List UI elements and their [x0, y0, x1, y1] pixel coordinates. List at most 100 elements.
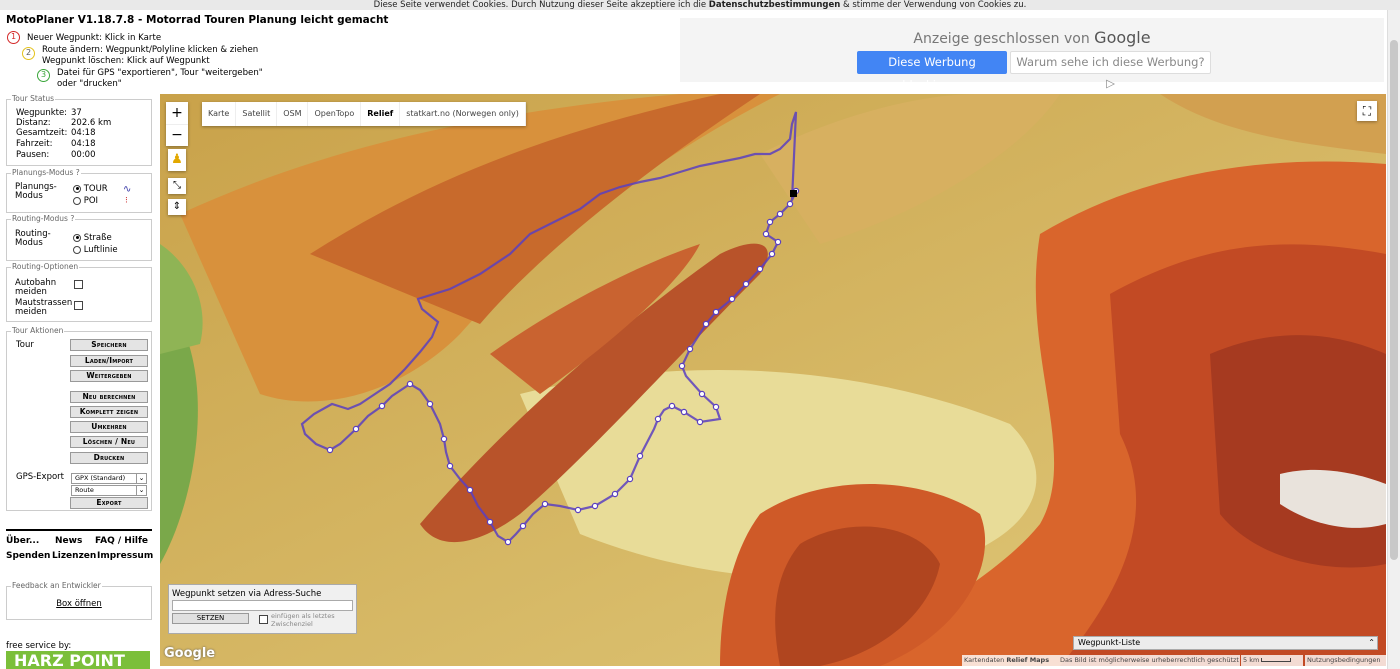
map-data-attribution: Kartendaten Relief Maps: [962, 655, 1058, 666]
radio-tour-icon[interactable]: [73, 184, 81, 193]
address-search-input[interactable]: [172, 600, 353, 611]
google-logo: Google: [164, 646, 216, 661]
zoom-out-button[interactable]: −: [166, 124, 188, 146]
zoom-control: + −: [166, 102, 188, 146]
map-type-statkart[interactable]: statkart.no (Norwegen only): [400, 102, 526, 126]
radio-poi[interactable]: POI: [73, 196, 98, 206]
zoom-in-button[interactable]: +: [166, 102, 188, 124]
routing-options-panel: Routing-Optionen Autobahn meiden Mautstr…: [6, 262, 152, 322]
harz-point-logo[interactable]: HARZ POINT: [6, 651, 150, 669]
gps-kind-value: Route: [75, 486, 94, 494]
gps-format-value: GPX (Standard): [75, 474, 126, 482]
append-last-checkbox[interactable]: [259, 615, 268, 624]
map-scale: 5 km: [1241, 655, 1303, 666]
block-ad-button[interactable]: Diese Werbung blockieren: [857, 51, 1007, 92]
map-type-relief[interactable]: Relief: [361, 102, 401, 126]
map-data-label: Kartendaten: [964, 656, 1005, 664]
help-icon[interactable]: ?: [76, 168, 80, 177]
divider: [6, 529, 152, 531]
map-canvas[interactable]: + − ♟ ⤡ ⇕ Karte Satellit OSM OpenTopo Re…: [160, 94, 1386, 666]
news-link[interactable]: News: [55, 536, 82, 546]
fullscreen-icon[interactable]: ⛶: [1357, 101, 1377, 121]
append-last-label: einfügen als letztes Zwischenziel: [271, 612, 335, 628]
chevron-down-icon: ⌄: [136, 474, 146, 483]
gps-format-select[interactable]: GPX (Standard) ⌄: [71, 473, 147, 484]
reverse-button[interactable]: Umkehren: [70, 421, 148, 433]
chevron-right-icon: ▷: [1106, 76, 1115, 90]
status-total-time: 04:18: [71, 128, 96, 138]
avoid-highway-checkbox[interactable]: [74, 280, 83, 289]
page-scrollbar[interactable]: [1387, 10, 1400, 669]
delete-new-button[interactable]: Löschen / Neu: [70, 436, 148, 448]
waypoint-list-header[interactable]: Wegpunkt-Liste ⌃: [1073, 636, 1378, 650]
radio-airline-icon[interactable]: [73, 245, 81, 254]
chevron-up-icon[interactable]: ⌃: [1368, 637, 1375, 649]
radio-poi-icon[interactable]: [73, 196, 81, 205]
recalculate-button[interactable]: Neu berechnen: [70, 391, 148, 403]
step-2-icon: 2: [22, 47, 35, 60]
pegman-icon[interactable]: ♟: [168, 149, 186, 171]
map-type-map[interactable]: Karte: [202, 102, 237, 126]
step-3-text1: Datei für GPS "exportieren", Tour "weite…: [57, 68, 263, 78]
step-3-text2: oder "drucken": [57, 79, 122, 89]
imprint-link[interactable]: Impressum: [97, 551, 153, 561]
set-waypoint-button[interactable]: SETZEN: [172, 613, 249, 624]
licenses-link[interactable]: Lizenzen: [52, 551, 96, 561]
radio-airline-label: Luftlinie: [83, 245, 118, 255]
donate-link[interactable]: Spenden: [6, 551, 50, 561]
radio-airline[interactable]: Luftlinie: [73, 245, 118, 255]
save-button[interactable]: Speichern: [70, 339, 148, 351]
planning-field2: Modus: [15, 191, 43, 201]
relief-map: [160, 94, 1386, 666]
free-service-label: free service by:: [6, 641, 72, 651]
address-search-title: Wegpunkt setzen via Adress-Suche: [172, 589, 322, 599]
map-type-satellite[interactable]: Satellit: [236, 102, 278, 126]
google-logo: Google: [1094, 28, 1151, 47]
status-drive-time: 04:18: [71, 139, 96, 149]
relief-maps-link[interactable]: Relief Maps: [1006, 656, 1049, 664]
radio-tour[interactable]: TOUR: [73, 184, 108, 194]
avoid-toll-checkbox[interactable]: [74, 301, 83, 310]
tour-label: Tour: [16, 340, 34, 350]
why-ad-button[interactable]: Warum sehe ich diese Werbung? ▷: [1010, 51, 1211, 90]
feedback-panel: Feedback an Entwickler Box öffnen: [6, 581, 152, 620]
about-link[interactable]: Über...: [6, 536, 39, 546]
privacy-link[interactable]: Datenschutzbestimmungen: [709, 0, 840, 10]
radio-poi-label: POI: [83, 196, 99, 206]
gps-kind-select[interactable]: Route ⌄: [71, 485, 147, 496]
radio-street[interactable]: Straße: [73, 233, 112, 243]
ad-heading-text: Anzeige geschlossen von: [913, 31, 1090, 47]
faq-link[interactable]: FAQ / Hilfe: [95, 536, 148, 546]
scrollbar-thumb[interactable]: [1390, 40, 1398, 560]
step-1-text: Neuer Wegpunkt: Klick in Karte: [27, 33, 162, 43]
export-button[interactable]: Export: [70, 497, 148, 509]
routing-options-label: Routing-Optionen: [11, 262, 80, 271]
map-scale-label: 5 km: [1243, 656, 1260, 664]
radio-street-icon[interactable]: [73, 233, 81, 242]
load-import-button[interactable]: Laden/Import: [70, 355, 148, 367]
show-all-button[interactable]: Komplett zeigen: [70, 406, 148, 418]
map-type-selector: Karte Satellit OSM OpenTopo Relief statk…: [202, 102, 526, 126]
help-icon[interactable]: ?: [70, 214, 74, 223]
map-type-opentopo[interactable]: OpenTopo: [308, 102, 362, 126]
draw-line-icon[interactable]: ⤡: [168, 178, 186, 194]
print-button[interactable]: Drucken: [70, 452, 148, 464]
app-title: MotoPlaner V1.18.7.8 - Motorrad Touren P…: [6, 14, 389, 26]
status-key: Pausen:: [16, 150, 50, 160]
share-button[interactable]: Weitergeben: [70, 370, 148, 382]
feedback-open-link[interactable]: Box öffnen: [7, 599, 151, 609]
status-key: Wegpunkte:: [16, 108, 68, 118]
map-type-osm[interactable]: OSM: [277, 102, 309, 126]
status-key: Gesamtzeit:: [16, 128, 68, 138]
cookie-notice: Diese Seite verwendet Cookies. Durch Nut…: [0, 0, 1400, 10]
step-1-icon: 1: [7, 31, 20, 44]
route-icon: ∿: [123, 184, 132, 195]
terms-link[interactable]: Nutzungsbedingungen: [1305, 655, 1386, 666]
vertical-resize-icon[interactable]: ⇕: [168, 199, 186, 215]
tour-status-panel: Tour Status Wegpunkte: 37 Distanz: 202.6…: [6, 94, 152, 166]
status-waypoints: 37: [71, 108, 82, 118]
planning-mode-panel: Planungs-Modus ? Planungs- Modus TOUR PO…: [6, 168, 152, 213]
tour-actions-label: Tour Aktionen: [11, 326, 65, 335]
planning-mode-label: Planungs-Modus ?: [11, 168, 81, 177]
toll-label2: meiden: [15, 307, 47, 317]
